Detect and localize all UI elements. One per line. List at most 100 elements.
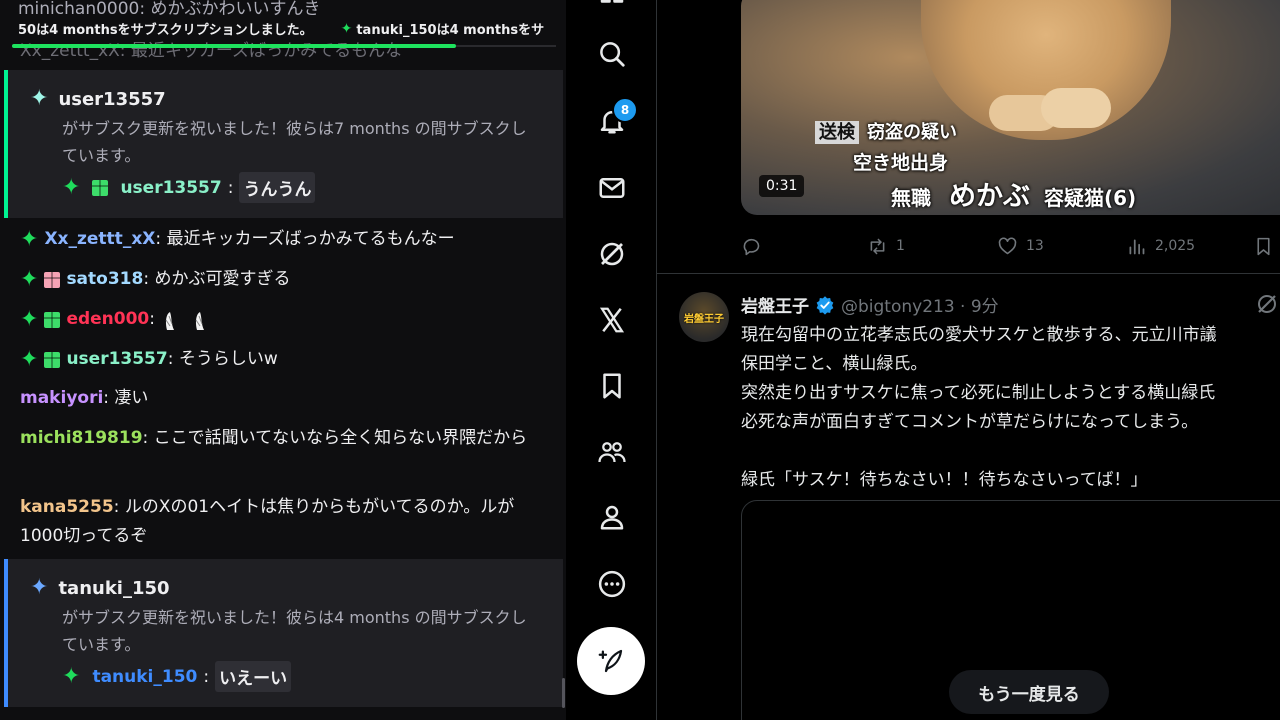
sub-card-tanuki-150: ✦ tanuki_150 がサブスク更新を祝いました！彼らは4 months の… — [4, 559, 563, 707]
sub-card-description: がサブスク更新を祝いました！彼らは4 months の間サブスクしています。 — [62, 608, 527, 654]
post-actions: 1 13 2,025 — [741, 232, 1280, 260]
nav-communities[interactable] — [594, 434, 630, 470]
caption-text: めかぶ — [949, 181, 1030, 212]
timeline: 送検 窃盗の疑い 空き地出身 無職 めかぶ 容疑猫(6) 0:31 1 13 2,02… — [657, 0, 1280, 720]
view-count: 2,025 — [1155, 238, 1196, 254]
repost-icon — [870, 238, 885, 254]
grok-explain-icon[interactable] — [1255, 292, 1279, 316]
sparkle-icon: ✦ — [30, 86, 49, 111]
chat-line: ✦ Xx_zettt_xX: 最近キッカーズばっかみてるもんなー — [20, 225, 550, 254]
hands-emote-icon — [165, 311, 174, 330]
sub-ticker: minichan0000: めかぶかわいいすんき 50は4 monthsをサブス… — [0, 0, 566, 61]
sub-card-message: ✦ user13557: うんうん — [62, 172, 316, 203]
nav-grok[interactable] — [594, 236, 630, 272]
views-icon — [1129, 239, 1145, 254]
chat-username[interactable]: eden000 — [66, 305, 149, 334]
bookmark-button[interactable] — [1253, 236, 1274, 257]
tweet-header: 岩盤王子 @bigtony213 · 9分 — [741, 292, 999, 317]
profile-icon — [600, 505, 624, 530]
gem-badge-icon: ✦ — [62, 663, 81, 689]
grok-icon — [600, 242, 624, 266]
heart-icon — [998, 237, 1017, 254]
chat-line: makiyori: 凄い — [20, 384, 550, 413]
chat-line: ✦ user13557: そうらしいw — [20, 345, 550, 374]
like-button[interactable]: 13 — [997, 236, 1044, 257]
colon: : — [203, 666, 210, 687]
cat-paw — [1041, 88, 1111, 128]
gift-badge-icon — [44, 271, 61, 288]
nav-messages[interactable] — [594, 170, 630, 206]
handle-and-time[interactable]: @bigtony213 · 9分 — [841, 292, 999, 317]
like-count: 13 — [1026, 238, 1044, 254]
hands-emote-icon — [195, 311, 204, 330]
repost-count: 1 — [896, 238, 905, 254]
avatar[interactable]: 岩盤王子 — [679, 292, 729, 342]
communities-icon — [598, 442, 626, 463]
chat-username[interactable]: user13557 — [66, 345, 167, 374]
chat-username[interactable]: kana5255 — [20, 497, 114, 517]
chat-scrollbar[interactable] — [562, 678, 565, 708]
ticker-overflow-text: minichan0000: めかぶかわいいすんき — [18, 0, 321, 19]
message-username[interactable]: tanuki_150 — [92, 667, 197, 687]
chat-username[interactable]: michi819819 — [20, 428, 143, 448]
gem-badge-icon: ✦ — [62, 174, 81, 200]
compose-icon — [598, 649, 623, 673]
repost-button[interactable]: 1 — [867, 236, 905, 257]
chat-line: michi819819: ここで話聞いてないなら全く知らない界隈だから — [20, 428, 528, 448]
reply-icon — [743, 238, 760, 255]
chat-line: ✦ sato318: めかぶ可愛すぎる — [20, 265, 550, 294]
chat-line: ✦ eden000: — [20, 305, 550, 334]
caption-tag: 送検 — [815, 121, 859, 144]
gift-badge-icon — [44, 351, 61, 368]
chat-username[interactable]: sato318 — [66, 265, 143, 294]
compose-post-button[interactable] — [577, 627, 645, 695]
nav-profile[interactable] — [594, 499, 630, 535]
sub-card-head: ✦ user13557 — [30, 88, 166, 110]
ticker-progress-bar — [12, 44, 456, 48]
search-icon — [600, 42, 625, 67]
nav-search[interactable] — [594, 36, 630, 72]
sub-card-username[interactable]: tanuki_150 — [58, 578, 169, 599]
chat-message: 凄い — [114, 388, 149, 408]
reply-button[interactable] — [741, 236, 762, 257]
post-divider — [657, 273, 1280, 274]
nav-premium[interactable] — [594, 302, 630, 338]
views-button[interactable]: 2,025 — [1126, 236, 1195, 257]
nav-home[interactable] — [594, 0, 630, 22]
ticker-under-text: Xx_zettt_xX: 最近キッカーズばっかみてるもんな — [20, 41, 403, 61]
display-name[interactable]: 岩盤王子 — [741, 292, 809, 317]
replay-button[interactable]: もう一度見る — [949, 670, 1109, 714]
sub-card-head: ✦ tanuki_150 — [30, 577, 170, 599]
caption-text: 窃盗の疑い — [867, 122, 957, 143]
video-caption-line-1: 送検 窃盗の疑い — [815, 118, 957, 144]
chat-panel: minichan0000: めかぶかわいいすんき 50は4 monthsをサブス… — [0, 0, 566, 720]
colon: : — [227, 177, 234, 198]
chat-message: 最近キッカーズばっかみてるもんなー — [166, 229, 455, 249]
sub-card-description: がサブスク更新を祝いました！彼らは7 months の間サブスクしています。 — [62, 119, 527, 165]
caption-text: 無職 — [891, 186, 931, 210]
chat-line: kana5255: ルのXの01ヘイトは焦りからもがいてるのか。ルが1000切っ… — [20, 497, 515, 546]
gift-badge-icon — [44, 311, 61, 328]
side-nav: 8 — [566, 0, 657, 720]
notification-count-badge: 8 — [612, 97, 638, 123]
nav-bookmarks[interactable] — [594, 368, 630, 404]
mail-icon — [599, 178, 625, 198]
chat-username[interactable]: Xx_zettt_xX — [44, 225, 155, 254]
grid-icon — [600, 0, 624, 3]
video-caption-line-2: 空き地出身 — [853, 152, 949, 174]
sub-card-username[interactable]: user13557 — [58, 89, 165, 110]
x-logo-icon — [599, 307, 625, 333]
video-duration: 0:31 — [759, 175, 805, 197]
tweet-text: 現在勾留中の立花孝志氏の愛犬サスケと散歩する、元立川市議 保田学こと、横山緑氏。… — [741, 325, 1217, 490]
chat-username[interactable]: makiyori — [20, 384, 103, 413]
video-player-cat[interactable]: 送検 窃盗の疑い 空き地出身 無職 めかぶ 容疑猫(6) 0:31 — [741, 0, 1280, 215]
caption-text: 容疑猫(6) — [1044, 186, 1137, 210]
nav-more[interactable] — [594, 566, 630, 602]
gem-badge-icon: ✦ — [20, 306, 39, 332]
gem-badge-icon: ✦ — [20, 266, 39, 292]
message-username[interactable]: user13557 — [120, 178, 221, 198]
bookmark-icon — [1257, 237, 1270, 255]
avatar-text: 岩盤王子 — [684, 313, 724, 325]
gem-badge-icon: ✦ — [20, 346, 39, 372]
ticker-progress-track — [456, 45, 556, 47]
